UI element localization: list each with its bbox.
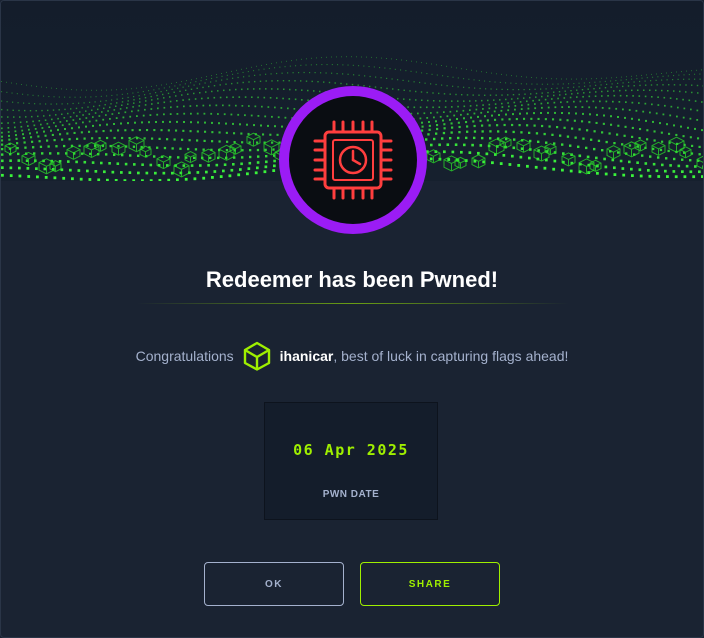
- congrats-message: Congratulations ihanicar , best of luck …: [1, 341, 703, 371]
- pwn-date-value: 06 Apr 2025: [293, 441, 409, 459]
- title-divider: [137, 303, 569, 304]
- ok-button[interactable]: OK: [204, 562, 344, 606]
- cube-icon: [242, 341, 272, 371]
- modal-title: Redeemer has been Pwned!: [205, 267, 499, 292]
- share-button[interactable]: SHARE: [360, 562, 500, 606]
- pwned-modal: Redeemer has been Pwned! Congratulations…: [0, 0, 704, 638]
- cpu-clock-icon: [279, 86, 427, 234]
- congrats-prefix: Congratulations: [135, 348, 234, 364]
- pwn-date-card: 06 Apr 2025 PWN DATE: [264, 402, 438, 520]
- machine-avatar: [274, 81, 432, 239]
- congrats-suffix: , best of luck in capturing flags ahead!: [333, 348, 569, 364]
- username[interactable]: ihanicar: [280, 348, 334, 364]
- pwn-date-label: PWN DATE: [322, 489, 380, 500]
